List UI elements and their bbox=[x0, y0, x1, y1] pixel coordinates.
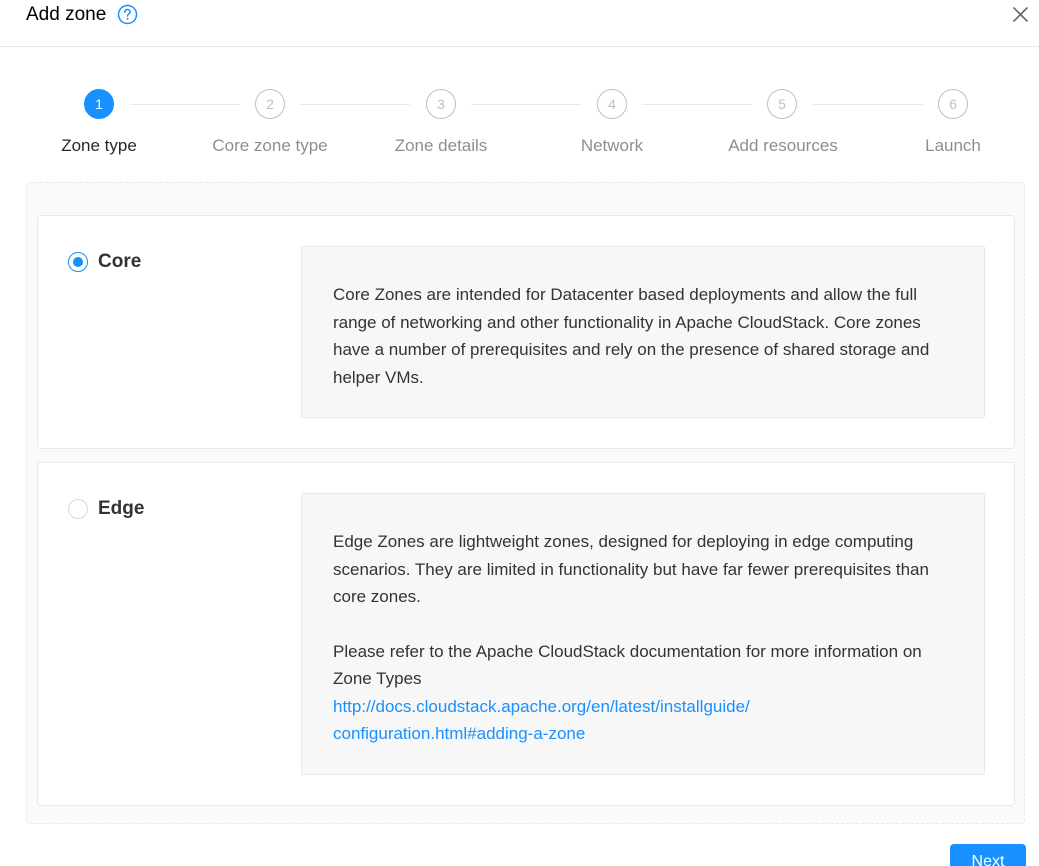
edge-description: Edge Zones are lightweight zones, design… bbox=[301, 493, 985, 775]
step-add-resources: 5 Add resources bbox=[693, 88, 873, 158]
edge-description-text: Edge Zones are lightweight zones, design… bbox=[333, 532, 929, 606]
step-label: Zone type bbox=[61, 136, 137, 155]
step-label: Launch bbox=[925, 136, 981, 155]
close-icon[interactable] bbox=[1011, 5, 1030, 24]
core-zone-option[interactable]: Core Core Zones are intended for Datacen… bbox=[37, 215, 1015, 449]
next-button[interactable]: Next bbox=[950, 844, 1026, 866]
edge-doc-note: Please refer to the Apache CloudStack do… bbox=[333, 641, 922, 689]
core-description-text: Core Zones are intended for Datacenter b… bbox=[333, 285, 930, 387]
modal-title: Add zone bbox=[26, 4, 107, 25]
step-number: 2 bbox=[255, 89, 285, 119]
modal-header: Add zone bbox=[0, 0, 1039, 47]
edge-radio-label[interactable]: Edge bbox=[98, 498, 144, 520]
step-number: 1 bbox=[84, 89, 114, 119]
doc-link-line1[interactable]: http://docs.cloudstack.apache.org/en/lat… bbox=[333, 697, 750, 716]
step-number: 6 bbox=[938, 89, 968, 119]
core-radio-label[interactable]: Core bbox=[98, 251, 141, 273]
step-number: 3 bbox=[426, 89, 456, 119]
step-label: Core zone type bbox=[212, 136, 328, 155]
step-number: 5 bbox=[767, 89, 797, 119]
step-network: 4 Network bbox=[522, 88, 702, 158]
doc-link[interactable]: http://docs.cloudstack.apache.org/en/lat… bbox=[333, 693, 953, 748]
doc-link-line2[interactable]: configuration.html#adding-a-zone bbox=[333, 724, 585, 743]
question-circle-icon[interactable] bbox=[117, 4, 138, 25]
step-launch: 6 Launch bbox=[859, 88, 1039, 158]
step-label: Zone details bbox=[394, 136, 488, 155]
step-core-zone-type: 2 Core zone type bbox=[180, 88, 360, 158]
core-radio[interactable] bbox=[68, 252, 88, 272]
step-label: Add resources bbox=[728, 136, 838, 155]
steps-progress: 1 Zone type 2 Core zone type 3 Zone deta… bbox=[0, 88, 1039, 168]
step-zone-details: 3 Zone details bbox=[351, 88, 531, 158]
edge-radio[interactable] bbox=[68, 499, 88, 519]
core-description: Core Zones are intended for Datacenter b… bbox=[301, 246, 985, 418]
step-number: 4 bbox=[597, 89, 627, 119]
step-zone-type: 1 Zone type bbox=[9, 88, 189, 158]
step-label: Network bbox=[580, 136, 644, 155]
edge-zone-option[interactable]: Edge Edge Zones are lightweight zones, d… bbox=[37, 462, 1015, 806]
